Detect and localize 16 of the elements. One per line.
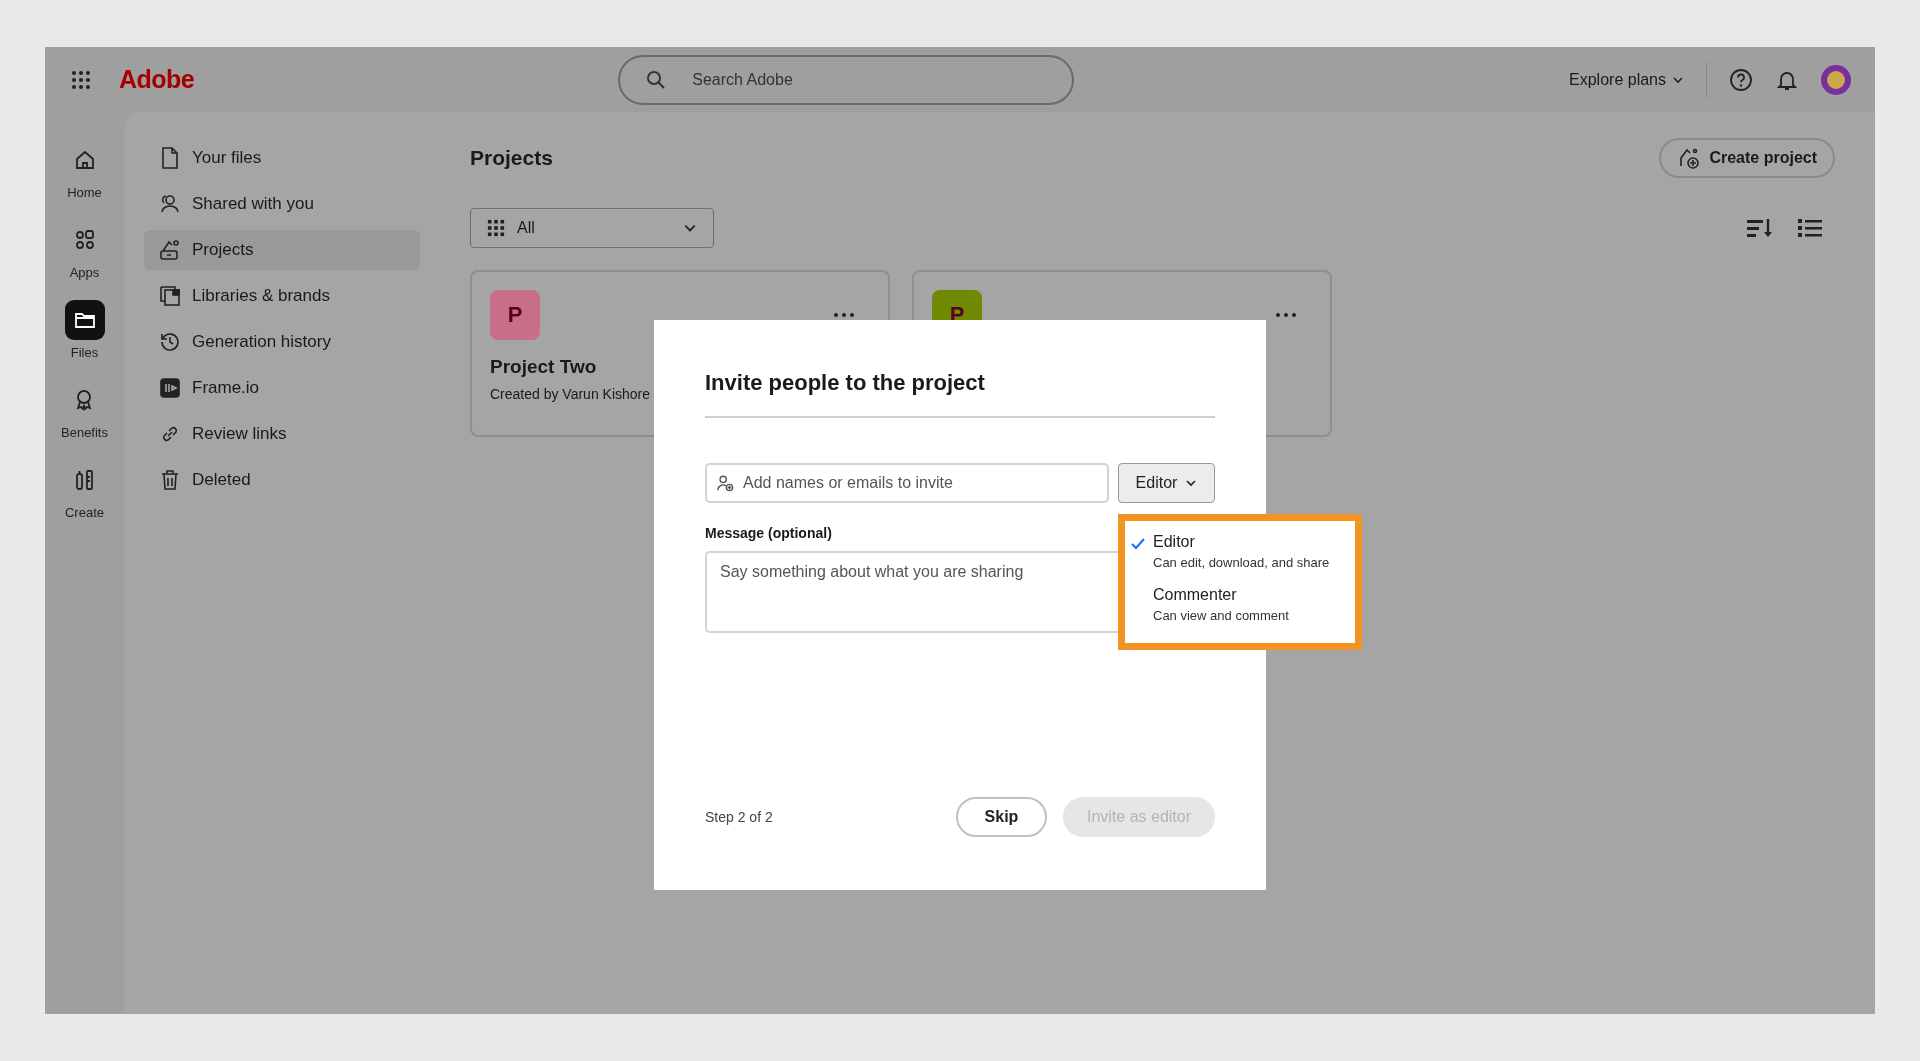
message-label: Message (optional) — [705, 525, 832, 541]
option-description: Can edit, download, and share — [1153, 555, 1330, 570]
dialog-title: Invite people to the project — [705, 370, 986, 396]
project-tile: P — [490, 290, 540, 340]
rail-label: Home — [67, 185, 102, 200]
option-label: Commenter — [1153, 586, 1238, 604]
project-name: Project Two — [490, 356, 598, 378]
option-label: Editor — [1153, 533, 1196, 551]
rail-label: Benefits — [61, 425, 108, 440]
rail-label: Apps — [69, 265, 100, 280]
page-title: Projects — [470, 146, 553, 170]
option-description: Can view and comment — [1153, 608, 1289, 623]
rail-label: Files — [70, 345, 99, 360]
rail-label: Create — [65, 505, 104, 520]
project-creator: Created by Varun Kishore — [490, 386, 652, 402]
step-indicator: Step 2 of 2 — [705, 809, 774, 825]
